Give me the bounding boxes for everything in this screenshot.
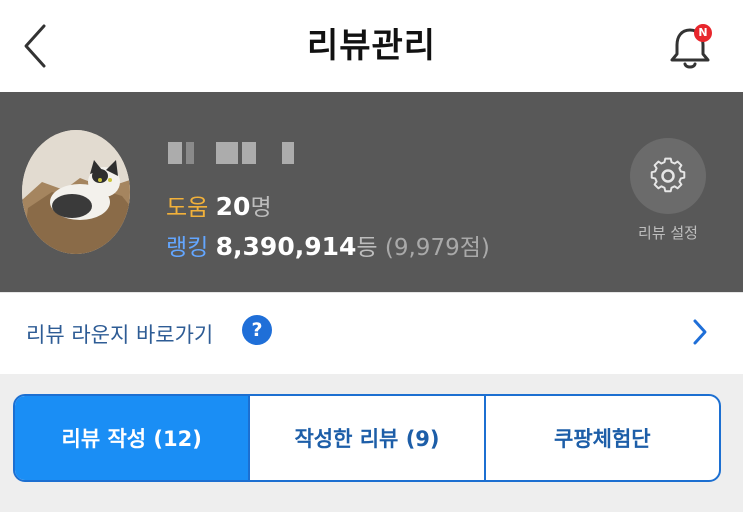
help-stat: 도움 20명	[166, 188, 272, 222]
rank-stat: 랭킹 8,390,914등 (9,979점)	[166, 228, 490, 262]
cat-photo-icon	[22, 130, 130, 254]
help-unit: 명	[250, 195, 272, 221]
rank-value: 8,390,914	[215, 232, 357, 261]
review-tabs: 리뷰 작성 (12) 작성한 리뷰 (9) 쿠팡체험단	[13, 394, 721, 482]
avatar	[22, 130, 130, 254]
gear-icon	[650, 157, 686, 193]
tabs-section: 리뷰 작성 (12) 작성한 리뷰 (9) 쿠팡체험단	[0, 374, 743, 512]
help-label: 도움	[166, 195, 209, 221]
help-count: 20	[215, 192, 251, 221]
question-icon[interactable]: ?	[242, 315, 272, 345]
tab-coupang-experience[interactable]: 쿠팡체험단	[483, 396, 719, 480]
blurred-username	[168, 138, 298, 168]
review-settings-label: 리뷰 설정	[638, 224, 698, 242]
top-bar: 리뷰관리 N	[0, 0, 743, 92]
rank-unit: 등	[356, 235, 378, 261]
tab-written-reviews[interactable]: 작성한 리뷰 (9)	[248, 396, 483, 480]
page-title: 리뷰관리	[306, 26, 437, 66]
rank-label: 랭킹	[166, 235, 209, 261]
rank-points: (9,979점)	[384, 235, 490, 261]
tab-write-review[interactable]: 리뷰 작성 (12)	[15, 396, 249, 480]
chevron-right-icon	[693, 319, 707, 345]
profile-panel: 도움 20명 랭킹 8,390,914등 (9,979점) 리뷰 설정	[0, 92, 743, 292]
review-lounge-link[interactable]: 리뷰 라운지 바로가기 ?	[0, 292, 743, 374]
review-lounge-label: 리뷰 라운지 바로가기	[26, 323, 214, 347]
notification-badge: N	[694, 24, 712, 42]
review-settings-button[interactable]	[630, 138, 706, 214]
